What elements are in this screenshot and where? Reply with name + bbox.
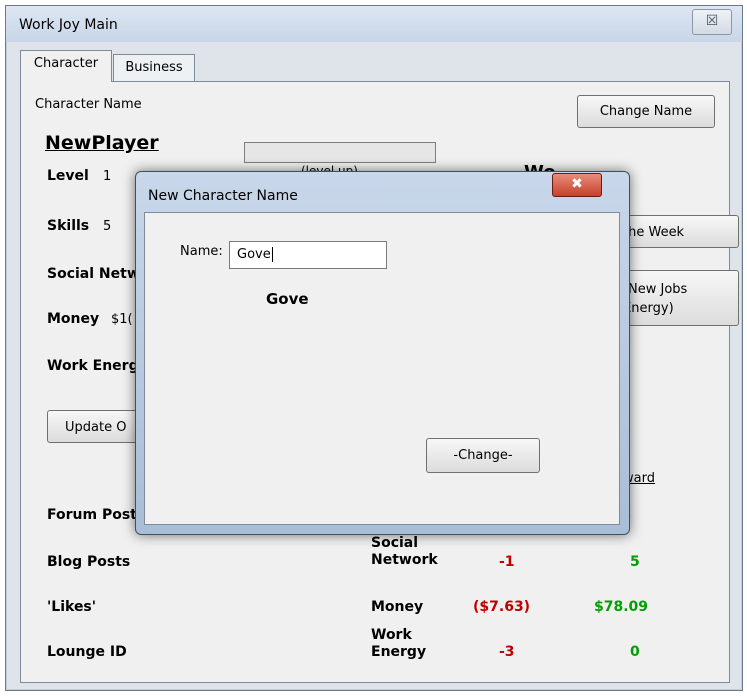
money-cost-label: Money — [371, 599, 424, 615]
name-input[interactable]: Gove — [229, 241, 387, 269]
forum-posts-label: Forum Post — [47, 507, 137, 523]
social-network-line2: Network — [371, 552, 438, 568]
tab-business[interactable]: Business — [113, 54, 195, 81]
name-field-label: Name: — [180, 244, 223, 259]
social-network-reward: 5 — [630, 554, 640, 570]
skills-value: 5 — [103, 219, 112, 234]
dialog-close-button[interactable]: ✖ — [552, 173, 602, 197]
blog-posts-label: Blog Posts — [47, 554, 131, 570]
money-value: $1( — [111, 312, 133, 327]
social-network-cost: -1 — [499, 554, 515, 570]
social-network-label: Social Netw — [47, 266, 140, 282]
name-preview: Gove — [266, 290, 309, 308]
tab-character[interactable]: Character — [20, 50, 112, 82]
lounge-id-label: Lounge ID — [47, 644, 127, 660]
likes-label: 'Likes' — [47, 599, 97, 615]
change-name-button[interactable]: Change Name — [577, 95, 715, 128]
window-title: Work Joy Main — [19, 17, 118, 33]
level-value: 1 — [103, 169, 112, 184]
social-network-cost-label: Social Network — [371, 535, 438, 569]
work-energy-line1: Work — [371, 627, 412, 643]
social-network-line1: Social — [371, 535, 419, 551]
level-progress-bar — [244, 142, 436, 163]
work-energy-reward: 0 — [630, 644, 640, 660]
dialog-title: New Character Name — [148, 188, 298, 204]
title-bar[interactable]: Work Joy Main ☒ — [6, 6, 742, 42]
window-close-button[interactable]: ☒ — [692, 9, 732, 35]
work-energy-line2: Energy — [371, 644, 427, 660]
skills-label: Skills — [47, 218, 90, 234]
money-reward: $78.09 — [594, 599, 649, 615]
character-name-heading: Character Name — [35, 97, 142, 112]
change-button[interactable]: -Change- — [426, 438, 540, 473]
work-energy-label: Work Energ — [47, 358, 139, 374]
work-energy-cost-label: Work Energy — [371, 627, 426, 661]
work-energy-cost: -3 — [499, 644, 515, 660]
money-cost: ($7.63) — [473, 599, 531, 615]
dialog-client-area: Name: Gove Gove -Change- — [144, 212, 620, 525]
name-input-value: Gove — [237, 247, 271, 262]
money-label: Money — [47, 311, 100, 327]
level-label: Level — [47, 168, 89, 184]
text-caret — [271, 247, 273, 262]
new-character-name-dialog: New Character Name ✖ Name: Gove Gove -Ch… — [135, 171, 630, 535]
player-name: NewPlayer — [45, 132, 159, 154]
